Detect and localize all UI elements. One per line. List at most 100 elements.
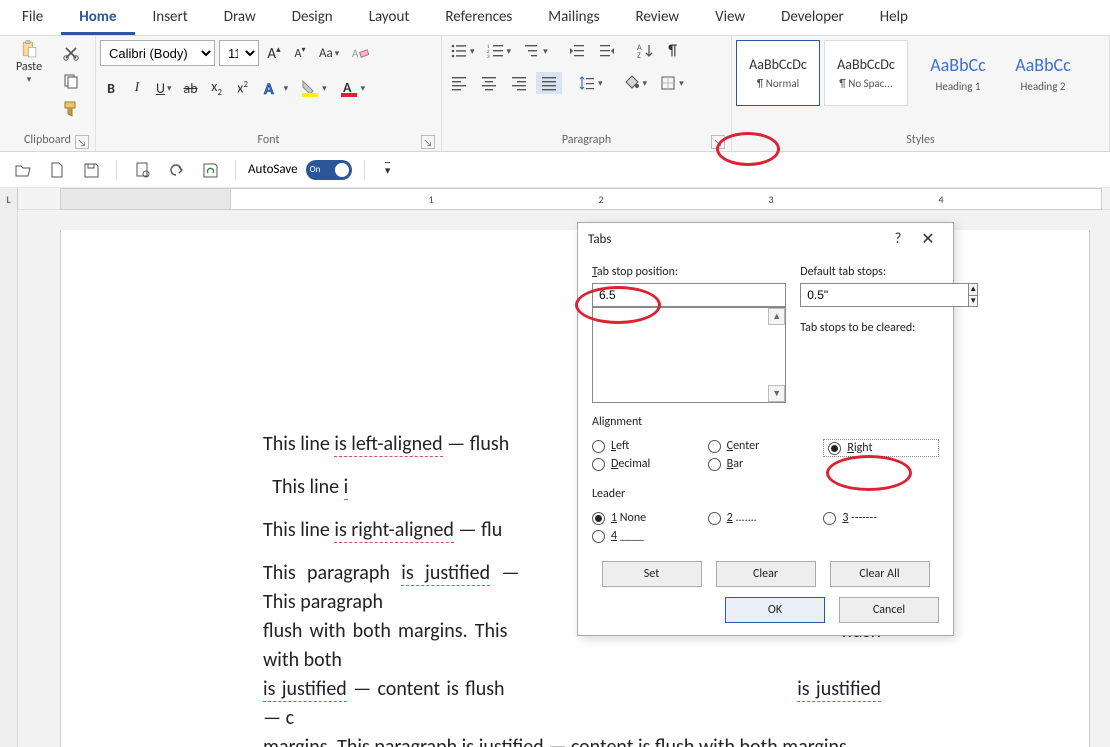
tab-design[interactable]: Design (274, 1, 351, 35)
scroll-down-button[interactable]: ▼ (768, 385, 785, 402)
highlight-button[interactable] (296, 76, 331, 100)
justify-button[interactable] (536, 72, 562, 94)
save-button[interactable] (78, 159, 104, 181)
format-painter-button[interactable] (58, 98, 84, 120)
align-decimal-radio[interactable]: Decimal (592, 457, 708, 471)
tab-draw[interactable]: Draw (206, 1, 274, 35)
default-tab-stops-spinbox[interactable]: ▲▼ (800, 283, 920, 307)
style-tile-heading2[interactable]: AaBbCc Heading 2 (1008, 40, 1078, 106)
open-button[interactable] (10, 159, 36, 181)
style-tile-heading1[interactable]: AaBbCc Heading 1 (912, 40, 1004, 106)
dialog-titlebar[interactable]: Tabs ? ✕ (578, 223, 953, 255)
style-tile-normal[interactable]: AaBbCcDc ¶ Normal (736, 40, 820, 106)
subscript-button[interactable]: x2 (206, 76, 228, 100)
line-spacing-icon (578, 74, 596, 92)
increase-indent-button[interactable] (594, 40, 620, 62)
copy-button[interactable] (58, 70, 84, 92)
tab-insert[interactable]: Insert (135, 1, 206, 35)
align-left-radio[interactable]: Left (592, 439, 708, 453)
align-center-button[interactable] (476, 72, 502, 94)
numbering-button[interactable]: 123 (483, 40, 516, 62)
font-color-button[interactable]: A (335, 76, 370, 100)
superscript-icon: x2 (237, 79, 248, 97)
font-name-select[interactable]: Calibri (Body) (100, 40, 215, 66)
leader-dots-radio[interactable]: 2 ....... (708, 511, 824, 525)
tab-file[interactable]: File (4, 1, 61, 35)
horizontal-ruler[interactable]: 1 2 3 4 (60, 188, 1102, 210)
default-tab-stops-input[interactable] (800, 283, 968, 307)
qat-customize-button[interactable]: ▾ (377, 159, 399, 181)
clipboard-icon (20, 40, 38, 58)
svg-text:A: A (264, 80, 274, 98)
style-tile-nospacing[interactable]: AaBbCcDc ¶ No Spac... (824, 40, 908, 106)
scissors-icon (62, 44, 80, 62)
dialog-help-button[interactable]: ? (885, 230, 911, 248)
leader-underscore-radio[interactable]: 4 ____ (592, 529, 708, 543)
italic-button[interactable]: I (126, 77, 148, 99)
tab-selector[interactable]: L (0, 188, 18, 210)
spin-up-button[interactable]: ▲ (968, 283, 978, 295)
align-right-button[interactable] (506, 72, 532, 94)
tab-developer[interactable]: Developer (763, 1, 862, 35)
decrease-font-button[interactable]: A▾ (289, 42, 311, 64)
underline-button[interactable]: U (152, 77, 176, 99)
font-size-select[interactable]: 11 (219, 40, 259, 66)
clear-formatting-button[interactable]: A (347, 42, 373, 64)
change-case-button[interactable]: Aa (315, 42, 343, 64)
strikethrough-button[interactable]: ab (180, 77, 202, 99)
align-left-icon (450, 74, 468, 92)
dialog-close-button[interactable]: ✕ (911, 229, 945, 249)
tab-layout[interactable]: Layout (351, 1, 428, 35)
superscript-button[interactable]: x2 (232, 77, 254, 99)
new-doc-button[interactable] (44, 159, 70, 181)
clipboard-dialog-launcher[interactable]: ↘ (75, 135, 89, 149)
align-right-icon (510, 74, 528, 92)
ok-button[interactable]: OK (725, 597, 825, 623)
align-right-radio[interactable]: Right (823, 439, 939, 457)
multilevel-list-button[interactable] (519, 40, 552, 62)
tab-stop-position-input[interactable] (592, 283, 786, 307)
increase-font-button[interactable]: A▴ (263, 42, 285, 65)
tab-help[interactable]: Help (862, 1, 926, 35)
decrease-indent-button[interactable] (564, 40, 590, 62)
show-hide-button[interactable]: ¶ (662, 40, 684, 62)
bullets-button[interactable] (446, 40, 479, 62)
scroll-up-button[interactable]: ▲ (768, 308, 785, 325)
tab-view[interactable]: View (697, 1, 763, 35)
paste-button[interactable]: Paste ▾ (4, 40, 54, 116)
set-button[interactable]: Set (602, 561, 702, 587)
line-spacing-button[interactable] (574, 72, 607, 94)
paragraph-dialog-launcher[interactable]: ↘ (711, 135, 725, 149)
leader-dashes-radio[interactable]: 3 ------- (823, 511, 939, 525)
vertical-ruler[interactable] (0, 210, 18, 747)
align-center-radio[interactable]: Center (708, 439, 824, 453)
align-left-button[interactable] (446, 72, 472, 94)
clear-all-button[interactable]: Clear All (830, 561, 930, 587)
group-styles: AaBbCcDc ¶ Normal AaBbCcDc ¶ No Spac... … (732, 36, 1110, 151)
borders-button[interactable] (655, 72, 688, 94)
text-effects-button[interactable]: A (258, 76, 293, 100)
shading-icon (623, 74, 641, 92)
cut-button[interactable] (58, 42, 84, 64)
sort-button[interactable]: AZ (632, 40, 658, 62)
tab-references[interactable]: References (427, 1, 530, 35)
autosave-toggle[interactable]: On (306, 160, 352, 180)
bold-button[interactable]: B (100, 77, 122, 99)
align-bar-radio[interactable]: Bar (708, 457, 824, 471)
tab-review[interactable]: Review (617, 1, 697, 35)
ruler-num: 2 (598, 193, 603, 206)
decrease-indent-icon (568, 42, 586, 60)
font-dialog-launcher[interactable]: ↘ (421, 135, 435, 149)
save-sync-button[interactable] (197, 159, 223, 181)
tab-stops-listbox[interactable]: ▲ ▼ (592, 307, 786, 403)
spin-down-button[interactable]: ▼ (968, 295, 978, 308)
cancel-button[interactable]: Cancel (839, 597, 939, 623)
undo-button[interactable] (163, 159, 189, 181)
clear-button[interactable]: Clear (716, 561, 816, 587)
svg-text:3: 3 (487, 54, 490, 60)
tab-home[interactable]: Home (61, 1, 134, 35)
print-preview-button[interactable] (129, 159, 155, 181)
leader-none-radio[interactable]: 1 None (592, 511, 708, 525)
shading-button[interactable] (619, 72, 652, 94)
tab-mailings[interactable]: Mailings (530, 1, 617, 35)
